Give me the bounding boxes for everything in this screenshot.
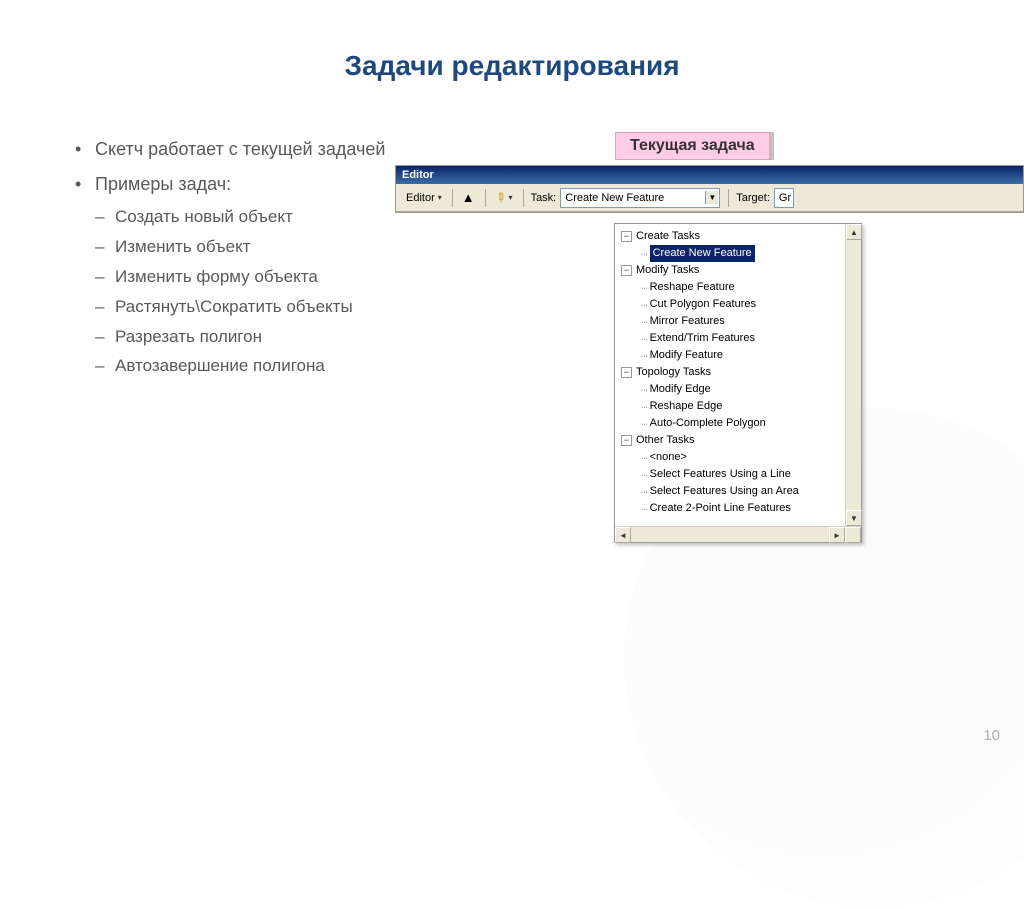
target-combo-value: Gr [779, 192, 791, 204]
tree-leaf-label: Mirror Features [650, 313, 725, 330]
tree-line-icon: … [641, 500, 647, 517]
tree-leaf[interactable]: …Select Features Using a Line [617, 466, 859, 483]
bullet-label: Примеры задач: [95, 174, 231, 194]
editor-window: Editor Editor ▲ ✎ Task: Create New Featu… [395, 165, 1024, 213]
tree-leaf-label: Select Features Using an Area [650, 483, 799, 500]
tree-line-icon: … [641, 483, 647, 500]
tree-line-icon: … [641, 381, 647, 398]
editor-menu-button[interactable]: Editor [400, 190, 448, 206]
tree-line-icon: … [641, 279, 647, 296]
tree-leaf-label: <none> [650, 449, 687, 466]
collapse-icon: − [621, 435, 632, 446]
tree-leaf[interactable]: …Modify Feature [617, 347, 859, 364]
pointer-tool-button[interactable]: ▲ [456, 189, 481, 206]
sub-bullet: Изменить форму объекта [95, 265, 395, 289]
task-combo[interactable]: Create New Feature ▼ [560, 188, 720, 208]
bullet-item: Скетч работает с текущей задачей [75, 137, 395, 162]
pointer-icon: ▲ [462, 191, 475, 204]
toolbar-separator [728, 189, 729, 207]
chevron-down-icon: ▼ [705, 191, 718, 204]
tree-line-icon: … [641, 398, 647, 415]
content-area: Скетч работает с текущей задачей Примеры… [0, 137, 1024, 388]
tree-group-label: Create Tasks [636, 228, 700, 245]
tree-leaf-label: Modify Feature [650, 347, 723, 364]
tree-line-icon: … [641, 296, 647, 313]
screenshot-column: Текущая задача Editor Editor ▲ ✎ Task: C… [395, 137, 964, 388]
tree-line-icon: … [641, 330, 647, 347]
tree-group[interactable]: −Other Tasks [617, 432, 859, 449]
tree-group[interactable]: −Create Tasks [617, 228, 859, 245]
tree-leaf-label: Cut Polygon Features [650, 296, 756, 313]
pencil-icon: ✎ [491, 188, 510, 207]
tree-leaf[interactable]: …Reshape Feature [617, 279, 859, 296]
tree-line-icon: … [641, 313, 647, 330]
collapse-icon: − [621, 265, 632, 276]
tree-leaf[interactable]: …Extend/Trim Features [617, 330, 859, 347]
tree-leaf-label: Create 2-Point Line Features [650, 500, 791, 517]
toolbar-separator [452, 189, 453, 207]
tree-leaf[interactable]: …Create 2-Point Line Features [617, 500, 859, 517]
tree-line-icon: … [641, 449, 647, 466]
page-number: 10 [983, 727, 1000, 744]
tree-line-icon: … [641, 347, 647, 364]
tree-group[interactable]: −Modify Tasks [617, 262, 859, 279]
tree-group-label: Other Tasks [636, 432, 695, 449]
tree-leaf[interactable]: …Select Features Using an Area [617, 483, 859, 500]
tree-leaf-selected[interactable]: …Create New Feature [617, 245, 859, 262]
target-label: Target: [736, 192, 770, 204]
scroll-down-button[interactable]: ▼ [846, 510, 862, 526]
horizontal-scrollbar[interactable]: ◄ ► [615, 526, 861, 542]
tree-leaf[interactable]: …Cut Polygon Features [617, 296, 859, 313]
sub-bullet: Изменить объект [95, 235, 395, 259]
tree-leaf-label: Auto-Complete Polygon [650, 415, 766, 432]
vertical-scrollbar[interactable]: ▲ ▼ [845, 224, 861, 526]
tree-leaf-label: Create New Feature [650, 245, 755, 262]
task-label: Task: [531, 192, 557, 204]
tree-leaf[interactable]: …Mirror Features [617, 313, 859, 330]
scroll-up-button[interactable]: ▲ [846, 224, 862, 240]
tree-leaf[interactable]: …Reshape Edge [617, 398, 859, 415]
tree-group-label: Topology Tasks [636, 364, 711, 381]
tree-leaf-label: Select Features Using a Line [650, 466, 791, 483]
sub-bullet: Растянуть\Сократить объекты [95, 295, 395, 319]
editor-toolbar: Editor ▲ ✎ Task: Create New Feature ▼ Ta… [396, 184, 1023, 212]
toolbar-separator [523, 189, 524, 207]
editor-titlebar: Editor [396, 166, 1023, 184]
collapse-icon: − [621, 367, 632, 378]
scroll-left-button[interactable]: ◄ [615, 527, 631, 543]
sketch-tool-button[interactable]: ✎ [489, 188, 519, 208]
tree-leaf-label: Extend/Trim Features [650, 330, 755, 347]
toolbar-separator [485, 189, 486, 207]
collapse-icon: − [621, 231, 632, 242]
tree-group-label: Modify Tasks [636, 262, 699, 279]
sub-bullet: Создать новый объект [95, 205, 395, 229]
task-tree-panel: −Create Tasks …Create New Feature −Modif… [614, 223, 862, 543]
sub-bullet: Автозавершение полигона [95, 354, 395, 378]
tree-leaf-label: Reshape Feature [650, 279, 735, 296]
tree-leaf-label: Reshape Edge [650, 398, 723, 415]
bullet-item: Примеры задач: Создать новый объект Изме… [75, 172, 395, 378]
resize-grip[interactable] [845, 527, 861, 543]
tree-leaf[interactable]: …Modify Edge [617, 381, 859, 398]
tree-line-icon: … [641, 245, 647, 262]
bullet-column: Скетч работает с текущей задачей Примеры… [75, 137, 395, 388]
tree-group[interactable]: −Topology Tasks [617, 364, 859, 381]
tree-line-icon: … [641, 466, 647, 483]
slide-title: Задачи редактирования [0, 50, 1024, 82]
tree-leaf[interactable]: …<none> [617, 449, 859, 466]
tree-line-icon: … [641, 415, 647, 432]
editor-menu-label: Editor [406, 192, 435, 204]
sub-bullet: Разрезать полигон [95, 325, 395, 349]
target-combo[interactable]: Gr [774, 188, 794, 208]
task-combo-value: Create New Feature [565, 192, 664, 204]
tree-leaf-label: Modify Edge [650, 381, 711, 398]
tree-leaf[interactable]: …Auto-Complete Polygon [617, 415, 859, 432]
scroll-right-button[interactable]: ► [829, 527, 845, 543]
callout-label: Текущая задача [615, 132, 770, 160]
